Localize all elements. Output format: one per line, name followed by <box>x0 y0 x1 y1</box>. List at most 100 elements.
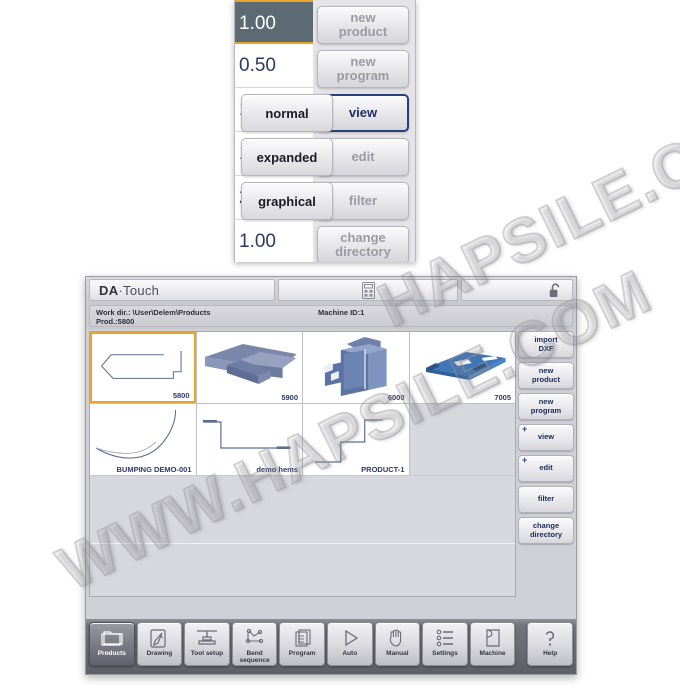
toolbar-settings-label: Settings <box>432 650 458 657</box>
fp-new-product-button[interactable]: new product <box>317 6 409 44</box>
product-tile[interactable]: 6000 <box>303 332 409 403</box>
fp-change-directory-button[interactable]: change directory <box>317 226 409 262</box>
toolbar-machine-button[interactable]: Machine <box>469 622 516 666</box>
fp-new-product-label: new product <box>338 10 388 39</box>
fp-expanded-button[interactable]: expanded <box>241 138 333 176</box>
toolbar-products-button[interactable]: Products <box>89 622 135 666</box>
product-tile-label: 5800 <box>172 391 190 400</box>
value-row-1[interactable]: 1.00 <box>235 0 313 44</box>
toolbar-program-button[interactable]: Program <box>279 622 325 666</box>
sliders-list-icon <box>432 626 458 650</box>
screenshot-root: 1.00 0.50 1 1 2 1.00 new product new pro… <box>0 0 680 689</box>
machine-id-label: Machine ID:1 <box>318 308 365 317</box>
pencil-page-icon <box>146 626 172 650</box>
folder-icon <box>99 626 125 650</box>
filter-button[interactable]: filter <box>518 486 574 513</box>
product-tile[interactable]: PRODUCT-1 <box>303 404 409 475</box>
toolbar-tool-setup-button[interactable]: Tool setup <box>184 622 230 666</box>
view-label: view <box>537 432 555 442</box>
unlock-icon <box>549 282 560 297</box>
value-text: 0.50 <box>239 55 276 76</box>
import-dxf-button[interactable]: import DXF <box>518 331 574 358</box>
fp-new-program-label: new program <box>336 54 390 83</box>
value-row-2[interactable]: 0.50 <box>235 44 313 88</box>
toolbar-auto-button[interactable]: Auto <box>326 622 373 666</box>
product-tile[interactable]: 5900 <box>196 332 302 403</box>
product-tile-label: 6000 <box>387 393 405 402</box>
toolbar-products-label: Products <box>97 650 126 657</box>
fp-view-label: view <box>348 105 378 121</box>
brand-bold: DA <box>99 282 119 298</box>
plus-icon: + <box>522 424 528 434</box>
toolbar-help-button[interactable]: Help <box>527 622 573 666</box>
infobar-panel: Work dir.: \User\Delem\Products Prod.:58… <box>89 305 573 327</box>
fp-expanded-label: expanded <box>256 149 318 165</box>
fp-graphical-label: graphical <box>258 193 316 209</box>
question-mark-icon <box>537 626 563 650</box>
toolbar-program-label: Program <box>288 650 316 657</box>
fp-normal-label: normal <box>265 105 309 121</box>
toolbar-manual-label: Manual <box>386 650 409 657</box>
products-grid: 5800 5900 6000 7005 BUMPING DEMO-001 dem… <box>90 332 515 475</box>
fp-normal-button[interactable]: normal <box>241 94 333 132</box>
toolbar-help-label: Help <box>543 650 558 657</box>
toolbar-tool-setup-label: Tool setup <box>190 650 224 657</box>
toolbar-drawing-button[interactable]: Drawing <box>136 622 183 666</box>
edit-label: edit <box>539 463 553 473</box>
fp-filter-label: filter <box>348 193 378 209</box>
product-tile[interactable]: 5800 <box>90 332 196 403</box>
fp-new-program-button[interactable]: new program <box>317 50 409 88</box>
calculator-icon <box>361 281 375 299</box>
product-tile-label: PRODUCT-1 <box>361 465 405 474</box>
play-triangle-icon <box>337 626 363 650</box>
value-row-6[interactable]: 1.00 <box>235 220 313 262</box>
lock-button[interactable] <box>461 279 573 301</box>
toolbar-bend-sequence-label: Bend sequence <box>239 650 270 664</box>
product-tile[interactable]: 7005 <box>409 332 515 403</box>
product-tile-empty <box>409 404 515 475</box>
fp-change-directory-label: change directory <box>335 230 391 259</box>
product-tile[interactable]: BUMPING DEMO-001 <box>90 404 196 475</box>
toolbar-machine-label: Machine <box>479 650 506 657</box>
new-product-label: new product <box>532 365 560 384</box>
window-titlebar: DA·Touch <box>86 277 576 303</box>
change-directory-button[interactable]: change directory <box>518 517 574 544</box>
toolbar-bend-sequence-button[interactable]: Bend sequence <box>231 622 278 666</box>
side-button-column: import DXF new product new program + vie… <box>518 331 574 544</box>
bottom-toolbar: Products Drawing Tool setup Bend sequenc… <box>86 619 576 674</box>
window-infobar: Work dir.: \User\Delem\Products Prod.:58… <box>86 303 576 329</box>
products-content-area: 5800 5900 6000 7005 BUMPING DEMO-001 dem… <box>89 331 516 597</box>
machine-page-icon <box>480 626 506 650</box>
filter-label: filter <box>537 494 555 504</box>
brand-text: DA·Touch <box>99 283 159 298</box>
value-text: 1.00 <box>239 13 276 34</box>
press-tool-icon <box>194 626 220 650</box>
fp-graphical-button[interactable]: graphical <box>241 182 333 220</box>
floating-detail-panel: 1.00 0.50 1 1 2 1.00 new product new pro… <box>234 0 416 262</box>
view-button[interactable]: + view <box>518 424 574 451</box>
new-product-button[interactable]: new product <box>518 362 574 389</box>
edit-button[interactable]: + edit <box>518 455 574 482</box>
hand-icon <box>384 626 410 650</box>
toolbar-settings-button[interactable]: Settings <box>422 622 468 666</box>
pages-stack-icon <box>289 626 315 650</box>
plus-icon: + <box>522 455 528 465</box>
product-tile-label: demo hems <box>256 465 298 474</box>
product-label: Prod.:5800 <box>96 317 135 326</box>
keypad-button[interactable] <box>278 279 458 301</box>
product-tile[interactable]: demo hems <box>196 404 302 475</box>
da-touch-window: DA·Touch Work dir.: \User\Delem\Products… <box>85 276 577 675</box>
row-separator <box>90 543 515 544</box>
work-dir-label: Work dir.: \User\Delem\Products <box>96 308 211 317</box>
new-program-button[interactable]: new program <box>518 393 574 420</box>
brand-rest: ·Touch <box>118 282 160 298</box>
fp-edit-label: edit <box>351 149 375 165</box>
empty-rows-area <box>90 476 515 596</box>
product-tile-label: BUMPING DEMO-001 <box>116 465 192 474</box>
toolbar-auto-label: Auto <box>342 650 358 657</box>
product-tile-label: 5900 <box>281 393 298 402</box>
toolbar-drawing-label: Drawing <box>146 650 173 657</box>
new-program-label: new program <box>530 396 562 415</box>
toolbar-manual-button[interactable]: Manual <box>374 622 421 666</box>
value-text: 1.00 <box>239 231 276 252</box>
